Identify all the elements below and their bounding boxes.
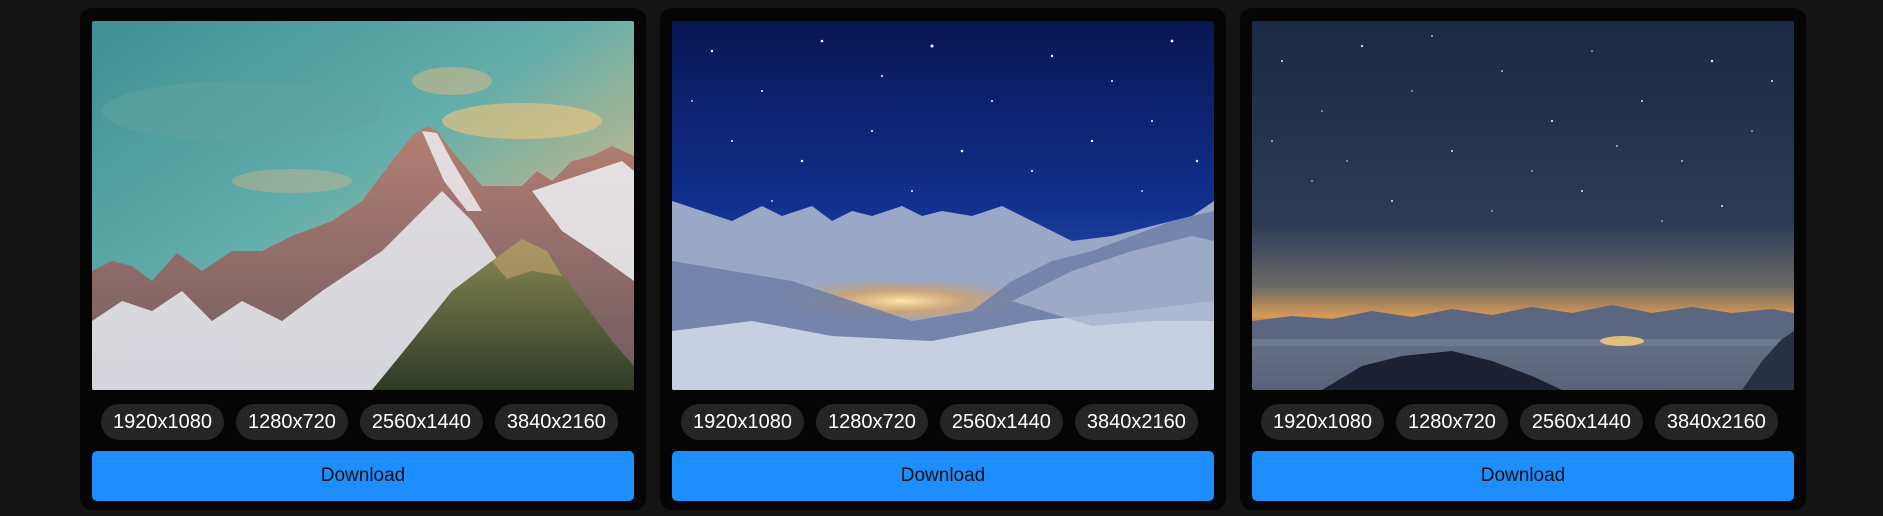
download-button[interactable]: Download [672,451,1214,501]
wallpaper-gallery: 1920x1080 1280x720 2560x1440 3840x2160 D… [80,8,1806,510]
wallpaper-thumbnail[interactable] [672,21,1214,390]
resolution-option[interactable]: 2560x1440 [359,404,483,440]
wallpaper-thumbnail[interactable] [92,21,634,390]
resolution-option[interactable]: 1920x1080 [681,404,804,440]
resolution-option[interactable]: 1920x1080 [1261,404,1384,440]
resolution-option[interactable]: 3840x2160 [1654,404,1778,440]
resolution-option[interactable]: 1280x720 [1395,404,1508,440]
wallpaper-card: 1920x1080 1280x720 2560x1440 3840x2160 D… [660,8,1226,510]
resolution-options: 1920x1080 1280x720 2560x1440 3840x2160 [92,404,634,440]
resolution-option[interactable]: 2560x1440 [1519,404,1643,440]
resolution-option[interactable]: 1920x1080 [101,404,224,440]
resolution-option[interactable]: 2560x1440 [939,404,1063,440]
wallpaper-card: 1920x1080 1280x720 2560x1440 3840x2160 D… [80,8,646,510]
download-button[interactable]: Download [1252,451,1794,501]
resolution-option[interactable]: 3840x2160 [1074,404,1198,440]
download-button[interactable]: Download [92,451,634,501]
wallpaper-thumbnail[interactable] [1252,21,1794,390]
resolution-option[interactable]: 1280x720 [235,404,348,440]
resolution-option[interactable]: 1280x720 [815,404,928,440]
resolution-options: 1920x1080 1280x720 2560x1440 3840x2160 [1252,404,1794,440]
resolution-options: 1920x1080 1280x720 2560x1440 3840x2160 [672,404,1214,440]
resolution-option[interactable]: 3840x2160 [494,404,618,440]
wallpaper-card: 1920x1080 1280x720 2560x1440 3840x2160 D… [1240,8,1806,510]
